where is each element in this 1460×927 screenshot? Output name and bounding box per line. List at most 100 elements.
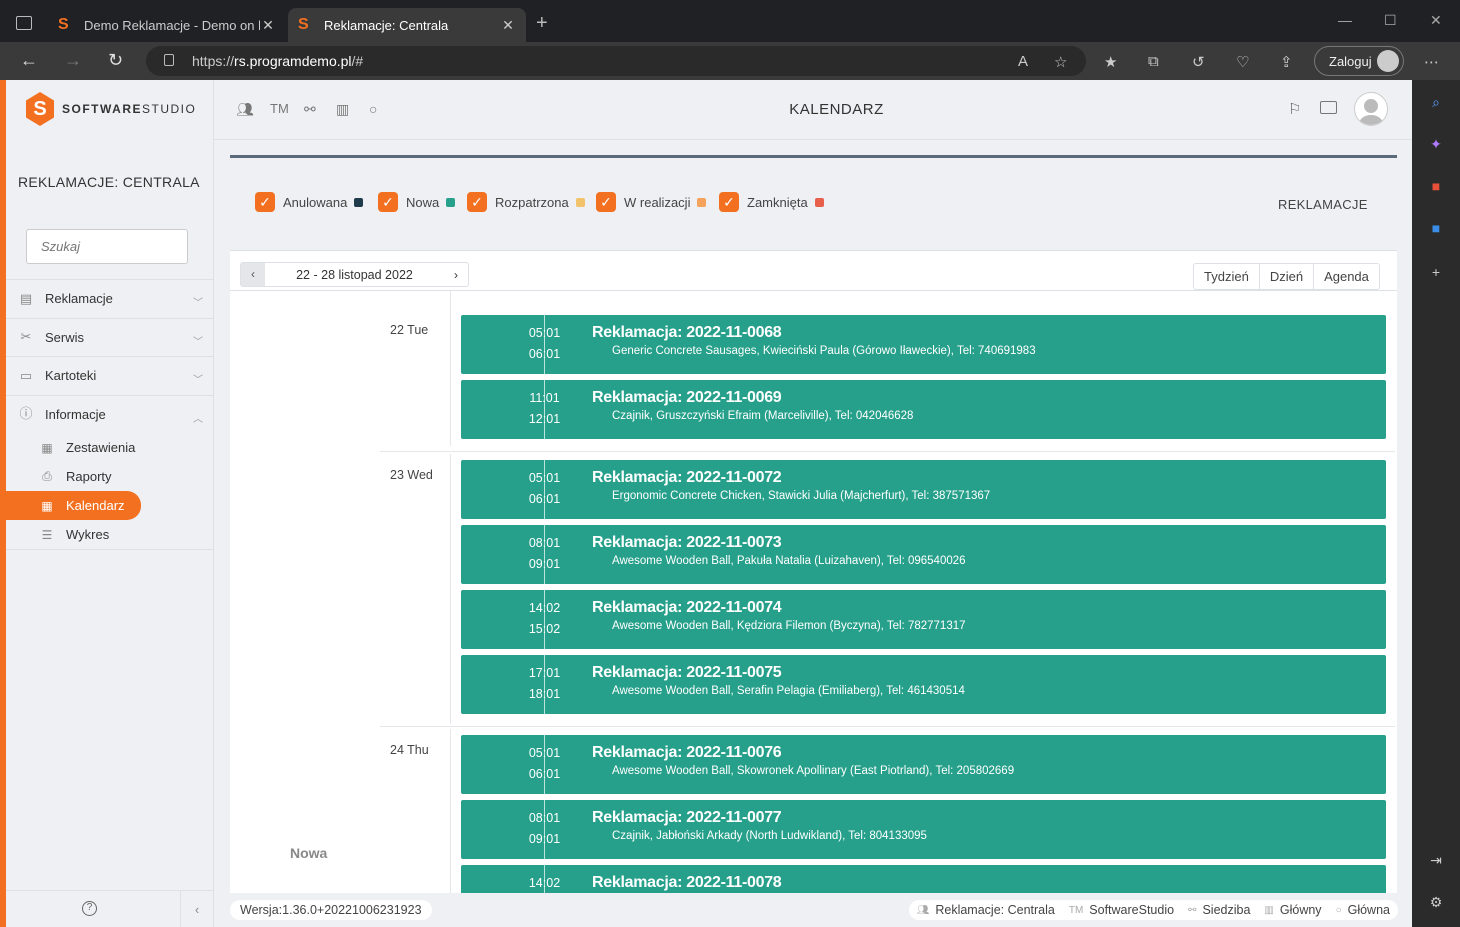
crumb-company[interactable]: TM SoftwareStudio — [1069, 903, 1174, 917]
event-item[interactable]: 11:01 12:01 Reklamacja: 2022-11-0069 Czaj… — [461, 380, 1386, 439]
sidebar-item-serwis[interactable]: ✂ Serwis ﹀ — [6, 317, 213, 357]
table-icon: ▦ — [41, 440, 53, 455]
browser-tab-2[interactable]: S Reklamacje: Centrala ✕ — [288, 8, 526, 42]
status-filters: ✓ Anulowana ✓ Nowa ✓ Rozpatrzona ✓ W rea… — [230, 158, 1397, 251]
search-input[interactable] — [26, 229, 188, 264]
chevron-right-icon[interactable]: › — [444, 268, 468, 282]
url-path: /# — [351, 53, 364, 69]
sidebar-footer: ? ‹ — [6, 890, 213, 927]
legend-hover-label: Nowa — [290, 845, 328, 861]
checkbox-checked-icon[interactable]: ✓ — [378, 192, 398, 212]
event-item[interactable]: 17:01 18:01 Reklamacja: 2022-11-0075 Awes… — [461, 655, 1386, 714]
event-description: Awesome Wooden Ball, Kędziora Filemon (B… — [612, 620, 966, 632]
close-icon[interactable]: ✕ — [260, 17, 276, 34]
top-header: 👥︎ TM ⚯ ▥ ○ KALENDARZ ⚐ — [214, 80, 1412, 140]
event-item[interactable]: 05:01 06:01 Reklamacja: 2022-11-0076 Awes… — [461, 735, 1386, 794]
logo[interactable]: S SOFTWARESTUDIO — [26, 92, 196, 126]
filter-w-realizacji[interactable]: ✓ W realizacji — [596, 192, 707, 212]
event-item[interactable]: 05:01 06:01 Reklamacja: 2022-11-0068 Gene… — [461, 315, 1386, 374]
chevron-down-icon: ﹀ — [193, 298, 203, 309]
avatar[interactable] — [1354, 92, 1388, 126]
sidebar-subitem-wykres[interactable]: ☰ Wykres — [6, 520, 213, 549]
view-agenda-button[interactable]: Agenda — [1313, 264, 1379, 289]
structure-icon: ⚯ — [1188, 904, 1197, 916]
lock-icon[interactable] — [164, 54, 174, 66]
event-item[interactable]: 08:01 09:01 Reklamacja: 2022-11-0077 Czaj… — [461, 800, 1386, 859]
crumb-register[interactable]: ○ Główna — [1336, 903, 1390, 917]
hide-sidebar-icon[interactable]: ⇥ — [1428, 852, 1444, 868]
checkbox-checked-icon[interactable]: ✓ — [596, 192, 616, 212]
address-bar[interactable]: https:// rs.programdemo.pl /# — [146, 46, 1086, 76]
tab-title: Reklamacje: Centrala — [324, 17, 449, 33]
status-color-dot — [814, 197, 824, 207]
profile-avatar-icon — [1377, 50, 1399, 72]
event-title: Reklamacja: 2022-11-0068 — [592, 324, 782, 341]
checkbox-checked-icon[interactable]: ✓ — [255, 192, 275, 212]
filter-nowa[interactable]: ✓ Nowa — [378, 192, 456, 212]
checkbox-checked-icon[interactable]: ✓ — [719, 192, 739, 212]
date-range: 22 - 28 listopad 2022 — [296, 267, 413, 282]
sidebar-subitem-raporty[interactable]: ⎙ Raporty — [6, 462, 213, 491]
id-card-icon[interactable] — [1320, 101, 1337, 114]
copilot-icon[interactable]: ✦ — [1428, 136, 1444, 152]
history-icon[interactable]: ↺ — [1192, 53, 1205, 71]
more-options-icon[interactable]: ⋯ — [1424, 53, 1439, 71]
event-description: Czajnik, Jabłoński Arkady (North Ludwikl… — [612, 830, 927, 842]
checkbox-checked-icon[interactable]: ✓ — [467, 192, 487, 212]
sidebar-subitem-zestawienia[interactable]: ▦ Zestawienia — [6, 433, 213, 462]
event-title: Reklamacja: 2022-11-0069 — [592, 389, 782, 406]
minimize-icon[interactable]: — — [1338, 12, 1352, 28]
settings-icon[interactable]: ⚙ — [1428, 894, 1444, 910]
view-week-button[interactable]: Tydzień — [1194, 264, 1259, 289]
event-item[interactable]: 08:01 09:01 Reklamacja: 2022-11-0073 Awes… — [461, 525, 1386, 584]
tools-icon: ✂ — [20, 329, 32, 345]
flag-icon[interactable]: ⚐ — [1288, 100, 1301, 118]
share-icon[interactable]: ⇪ — [1280, 53, 1293, 71]
crumb-module[interactable]: 👥︎ Reklamacje: Centrala — [917, 903, 1055, 917]
browser-essentials-icon[interactable]: ♡ — [1236, 53, 1249, 71]
event-description: Generic Concrete Sausages, Kwieciński Pa… — [612, 345, 1036, 357]
crumb-branch[interactable]: ⚯ Siedziba — [1188, 903, 1250, 917]
chevron-left-icon[interactable]: ‹ — [241, 263, 265, 286]
calendar-card: ✓ Anulowana ✓ Nowa ✓ Rozpatrzona ✓ W rea… — [230, 155, 1397, 893]
collections-icon[interactable]: ⧉ — [1148, 53, 1159, 70]
event-item[interactable]: 14:02 Reklamacja: 2022-11-0078 — [461, 865, 1386, 893]
window-close-icon[interactable]: ✕ — [1430, 12, 1442, 29]
outlook-icon[interactable]: ■ — [1428, 220, 1444, 236]
sidebar-subitem-kalendarz[interactable]: ▦ Kalendarz — [6, 491, 141, 520]
read-aloud-icon[interactable]: A — [1018, 53, 1028, 70]
event-title: Reklamacja: 2022-11-0076 — [592, 744, 782, 761]
crumb-warehouse[interactable]: ▥ Główny — [1264, 903, 1321, 917]
back-icon[interactable]: ← — [20, 50, 38, 71]
filter-rozpatrzona[interactable]: ✓ Rozpatrzona — [467, 192, 585, 212]
day-label: 23 Wed — [390, 468, 433, 482]
app: S SOFTWARESTUDIO REKLAMACJE: CENTRALA ▤ … — [0, 80, 1412, 927]
printer-icon: ⎙ — [42, 469, 52, 483]
edge-sidebar: ⌕ ✦ ■ ■ + ⇥ ⚙ — [1412, 80, 1460, 927]
collapse-sidebar-icon[interactable]: ‹ — [180, 891, 213, 927]
tab-actions-icon[interactable] — [16, 16, 32, 30]
new-tab-icon[interactable]: + — [536, 12, 548, 35]
help-icon[interactable]: ? — [82, 901, 97, 916]
login-button[interactable]: Zaloguj — [1314, 46, 1404, 76]
softwarestudio-favicon-icon: S — [298, 16, 309, 33]
filter-zamknieta[interactable]: ✓ Zamknięta — [719, 192, 824, 212]
calendar-toolbar: ‹ 22 - 28 listopad 2022 › Tydzień Dzień … — [230, 251, 1397, 291]
sidebar: S SOFTWARESTUDIO REKLAMACJE: CENTRALA ▤ … — [6, 80, 214, 927]
event-item[interactable]: 14:02 15:02 Reklamacja: 2022-11-0074 Awes… — [461, 590, 1386, 649]
browser-tab-1[interactable]: S Demo Reklamacje - Demo on lin ✕ — [48, 8, 286, 42]
add-icon[interactable]: + — [1428, 264, 1444, 280]
add-favorite-icon[interactable]: ☆ — [1054, 53, 1067, 71]
sidebar-item-informacje[interactable]: ⓘ Informacje ︿ — [6, 394, 213, 434]
close-icon[interactable]: ✕ — [500, 17, 516, 34]
filter-anulowana[interactable]: ✓ Anulowana — [255, 192, 364, 212]
sidebar-item-kartoteki[interactable]: ▭ Kartoteki ﹀ — [6, 356, 213, 395]
reload-icon[interactable]: ↻ — [108, 50, 123, 71]
maximize-icon[interactable]: ☐ — [1384, 12, 1397, 29]
favorites-icon[interactable]: ★ — [1104, 53, 1117, 71]
event-item[interactable]: 05:01 06:01 Reklamacja: 2022-11-0072 Ergo… — [461, 460, 1386, 519]
office-icon[interactable]: ■ — [1428, 178, 1444, 194]
view-day-button[interactable]: Dzień — [1258, 264, 1313, 289]
forward-icon[interactable]: → — [64, 50, 82, 71]
sidebar-item-reklamacje[interactable]: ▤ Reklamacje ﹀ — [6, 279, 213, 318]
